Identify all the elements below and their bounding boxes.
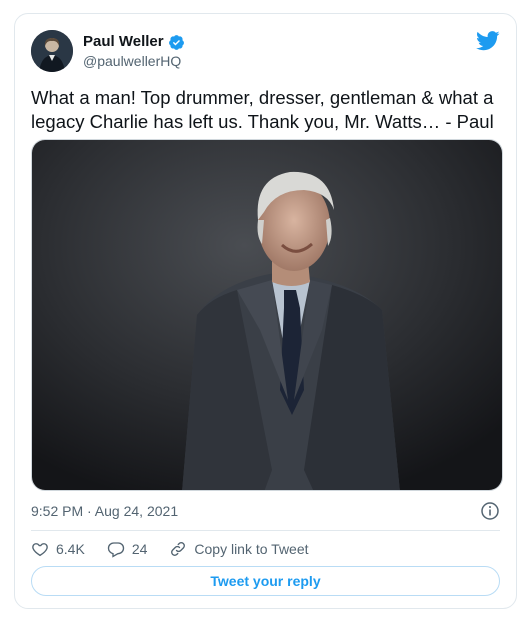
avatar[interactable]	[31, 30, 73, 72]
handle: @paulwellerHQ	[83, 53, 182, 69]
tweet-text: What a man! Top drummer, dresser, gentle…	[31, 87, 494, 132]
tweet-card: Paul Weller @paulwellerHQ What a man! To…	[14, 13, 517, 609]
tweet-photo[interactable]	[31, 139, 503, 491]
verified-badge-icon	[168, 34, 185, 51]
display-name-row: Paul Weller	[83, 33, 185, 51]
reply-count: 24	[131, 541, 148, 557]
twitter-bird-icon[interactable]	[476, 30, 500, 52]
copy-link-button[interactable]: Copy link to Tweet	[169, 540, 309, 558]
info-icon[interactable]	[480, 501, 500, 521]
divider	[31, 530, 500, 531]
like-button[interactable]: 6.4K	[31, 540, 85, 558]
action-bar: 6.4K 24 Copy link to Tweet	[31, 538, 331, 560]
copy-link-label: Copy link to Tweet	[194, 541, 309, 557]
tweet-your-reply-button[interactable]: Tweet your reply	[31, 566, 500, 596]
like-count: 6.4K	[56, 541, 85, 557]
author-info[interactable]: Paul Weller @paulwellerHQ	[83, 33, 185, 71]
display-name: Paul Weller	[83, 33, 164, 50]
timestamp[interactable]: 9:52 PM · Aug 24, 2021	[31, 502, 178, 521]
link-icon	[171, 542, 186, 556]
tweet-header: Paul Weller @paulwellerHQ	[31, 30, 500, 74]
reply-bubble-icon	[107, 542, 124, 558]
reply-count-button[interactable]: 24	[107, 540, 148, 558]
heart-icon	[32, 543, 48, 557]
